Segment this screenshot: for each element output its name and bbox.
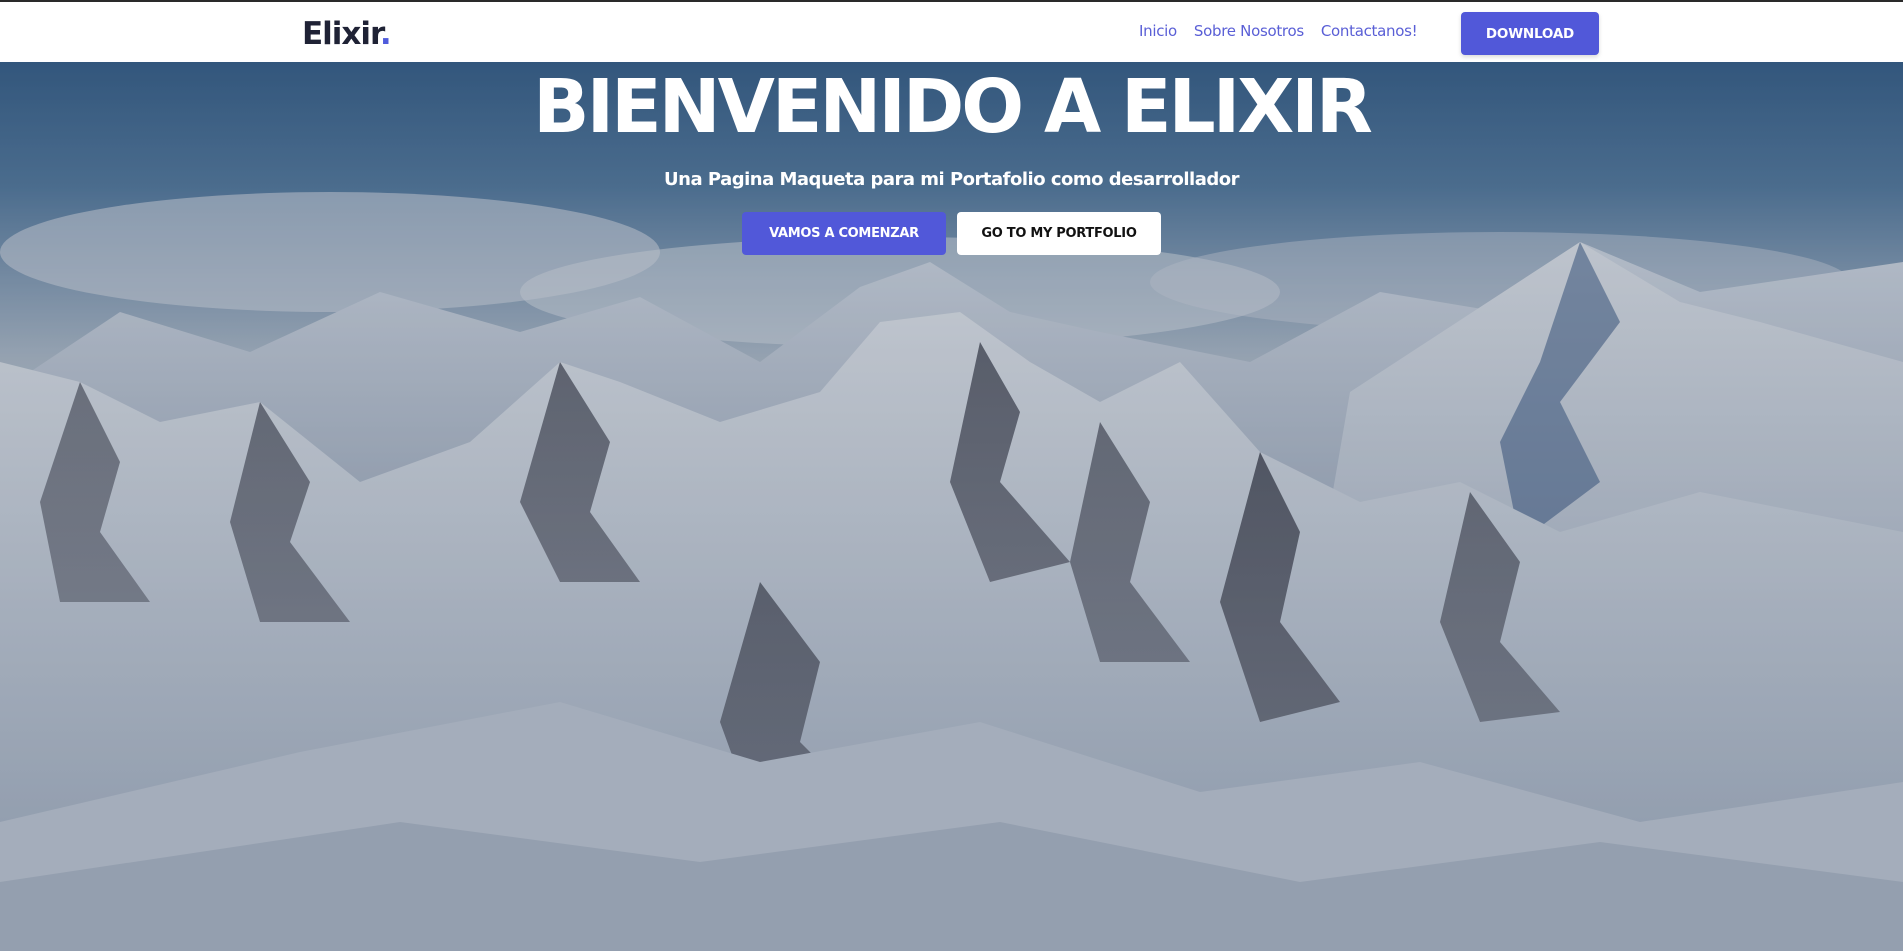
download-button[interactable]: DOWNLOAD [1461, 12, 1599, 55]
brand-logo[interactable]: Elixir. [302, 16, 392, 52]
start-button[interactable]: VAMOS A COMENZAR [742, 212, 946, 255]
navbar: Elixir. Inicio Sobre Nosotros Contactano… [0, 0, 1903, 62]
hero-section: BIENVENIDO A ELIXIR Una Pagina Maqueta p… [0, 62, 1903, 255]
nav-links: Inicio Sobre Nosotros Contactanos! [1139, 22, 1418, 40]
nav-link-inicio[interactable]: Inicio [1139, 22, 1177, 40]
page: Elixir. Inicio Sobre Nosotros Contactano… [0, 0, 1903, 951]
hero-subtitle: Una Pagina Maqueta para mi Portafolio co… [664, 169, 1239, 190]
portfolio-button[interactable]: GO TO MY PORTFOLIO [957, 212, 1161, 255]
brand-name: Elixir [302, 16, 381, 52]
brand-dot: . [379, 16, 392, 52]
nav-link-sobre-nosotros[interactable]: Sobre Nosotros [1194, 22, 1304, 40]
hero-buttons: VAMOS A COMENZAR GO TO MY PORTFOLIO [0, 212, 1903, 255]
hero-title: BIENVENIDO A ELIXIR [533, 64, 1373, 150]
nav-link-contactanos[interactable]: Contactanos! [1321, 22, 1418, 40]
